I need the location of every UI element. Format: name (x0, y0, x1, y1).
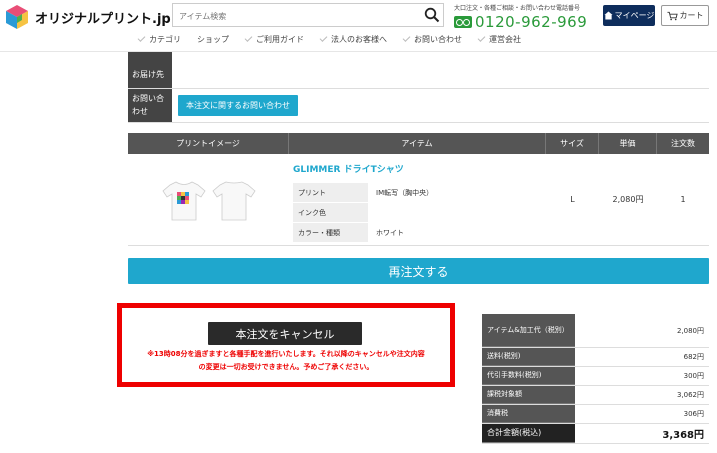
mypage-button[interactable]: マイページ (603, 5, 655, 26)
global-nav: カテゴリ ショップ ご利用ガイド 法人のお客様へ お問い合わせ 運営会社 (130, 33, 529, 45)
logo-cube-icon (6, 5, 28, 29)
header-item: アイテム (289, 133, 546, 154)
chevron-down-icon (244, 33, 253, 42)
spec-row-color: カラー・種類 ホワイト (293, 223, 542, 243)
totals-table: アイテム&加工代（税別） 2,080円 送料(税別) 682円 代引手数料(税別… (482, 314, 709, 444)
header-print-image: プリントイメージ (128, 133, 289, 154)
total-row-tax: 消費税 306円 (482, 405, 709, 424)
order-items-table: プリントイメージ アイテム サイズ 単価 注文数 GLIMMER ドライTシャツ… (128, 133, 709, 246)
chevron-down-icon (477, 33, 486, 42)
item-name-link[interactable]: GLIMMER ドライTシャツ (293, 162, 542, 175)
mypage-label: マイページ (614, 11, 655, 20)
nav-item-company[interactable]: 運営会社 (470, 33, 529, 45)
table-row: GLIMMER ドライTシャツ プリント IM転写（胸中央） インク色 カラー・… (128, 154, 709, 246)
order-contact-button[interactable]: 本注文に関するお問い合わせ (178, 95, 298, 116)
item-quantity: 1 (680, 195, 686, 204)
nav-item-shop[interactable]: ショップ (189, 34, 237, 45)
order-info-table: お届け先 お問い合わせ 本注文に関するお問い合わせ (128, 52, 709, 123)
nav-item-category[interactable]: カテゴリ (130, 33, 189, 45)
nav-item-business[interactable]: 法人のお客様へ (312, 33, 395, 45)
item-unit-price: 2,080円 (612, 195, 644, 204)
spec-row-print: プリント IM転写（胸中央） (293, 183, 542, 203)
site-header: オリジナルプリント.jp 大口注文・各種ご相談・お問い合わせ電話番号 0120-… (0, 0, 717, 52)
header-size: サイズ (546, 133, 599, 154)
nav-item-guide[interactable]: ご利用ガイド (237, 33, 312, 45)
contact-label: お問い合わせ (128, 89, 172, 122)
delivery-value (172, 52, 709, 88)
delivery-row: お届け先 (128, 52, 709, 89)
header-unit-price: 単価 (599, 133, 657, 154)
logo-text: オリジナルプリント.jp (35, 11, 171, 27)
chevron-down-icon (319, 33, 328, 42)
nav-item-contact[interactable]: お問い合わせ (395, 33, 470, 45)
header-quantity: 注文数 (671, 139, 695, 148)
total-row-grand: 合計金額(税込) 3,368円 (482, 424, 709, 444)
cancel-order-button[interactable]: 本注文をキャンセル (208, 322, 362, 345)
items-header-row: プリントイメージ アイテム サイズ 単価 注文数 (128, 133, 709, 154)
freedial-icon (454, 16, 472, 28)
chevron-down-icon (137, 33, 146, 42)
search-icon[interactable] (424, 7, 440, 23)
tshirt-front-image[interactable] (161, 178, 206, 222)
tel-number[interactable]: 0120-962-969 (475, 13, 587, 31)
search-input[interactable] (173, 5, 413, 28)
total-row-cod-fee: 代引手数料(税別) 300円 (482, 367, 709, 386)
item-size: L (570, 195, 575, 204)
total-row-items: アイテム&加工代（税別） 2,080円 (482, 314, 709, 348)
cart-button[interactable]: カート (661, 5, 709, 26)
chevron-down-icon (402, 33, 411, 42)
search-box (172, 3, 444, 28)
total-row-taxable: 課税対象額 3,062円 (482, 386, 709, 405)
cancel-highlight-box: 本注文をキャンセル ※13時08分を過ぎますと各種手配を進行いたします。それ以降… (117, 303, 455, 387)
tshirt-back-image[interactable] (211, 178, 256, 222)
spec-row-ink: インク色 (293, 203, 542, 223)
delivery-label: お届け先 (128, 52, 172, 88)
item-cell: GLIMMER ドライTシャツ プリント IM転写（胸中央） インク色 カラー・… (289, 154, 546, 245)
total-row-shipping: 送料(税別) 682円 (482, 348, 709, 367)
cart-label: カート (679, 11, 704, 20)
reorder-button[interactable]: 再注文する (128, 258, 709, 284)
tel-block: 大口注文・各種ご相談・お問い合わせ電話番号 0120-962-969 (454, 3, 594, 31)
tel-caption: 大口注文・各種ご相談・お問い合わせ電話番号 (454, 5, 581, 12)
home-icon (604, 11, 613, 20)
cart-icon (666, 11, 678, 20)
print-image-cell (128, 154, 289, 245)
contact-row: お問い合わせ 本注文に関するお問い合わせ (128, 89, 709, 123)
site-logo[interactable]: オリジナルプリント.jp (4, 4, 171, 30)
cancel-notice: ※13時08分を過ぎますと各種手配を進行いたします。それ以降のキャンセルや注文内… (147, 350, 425, 372)
